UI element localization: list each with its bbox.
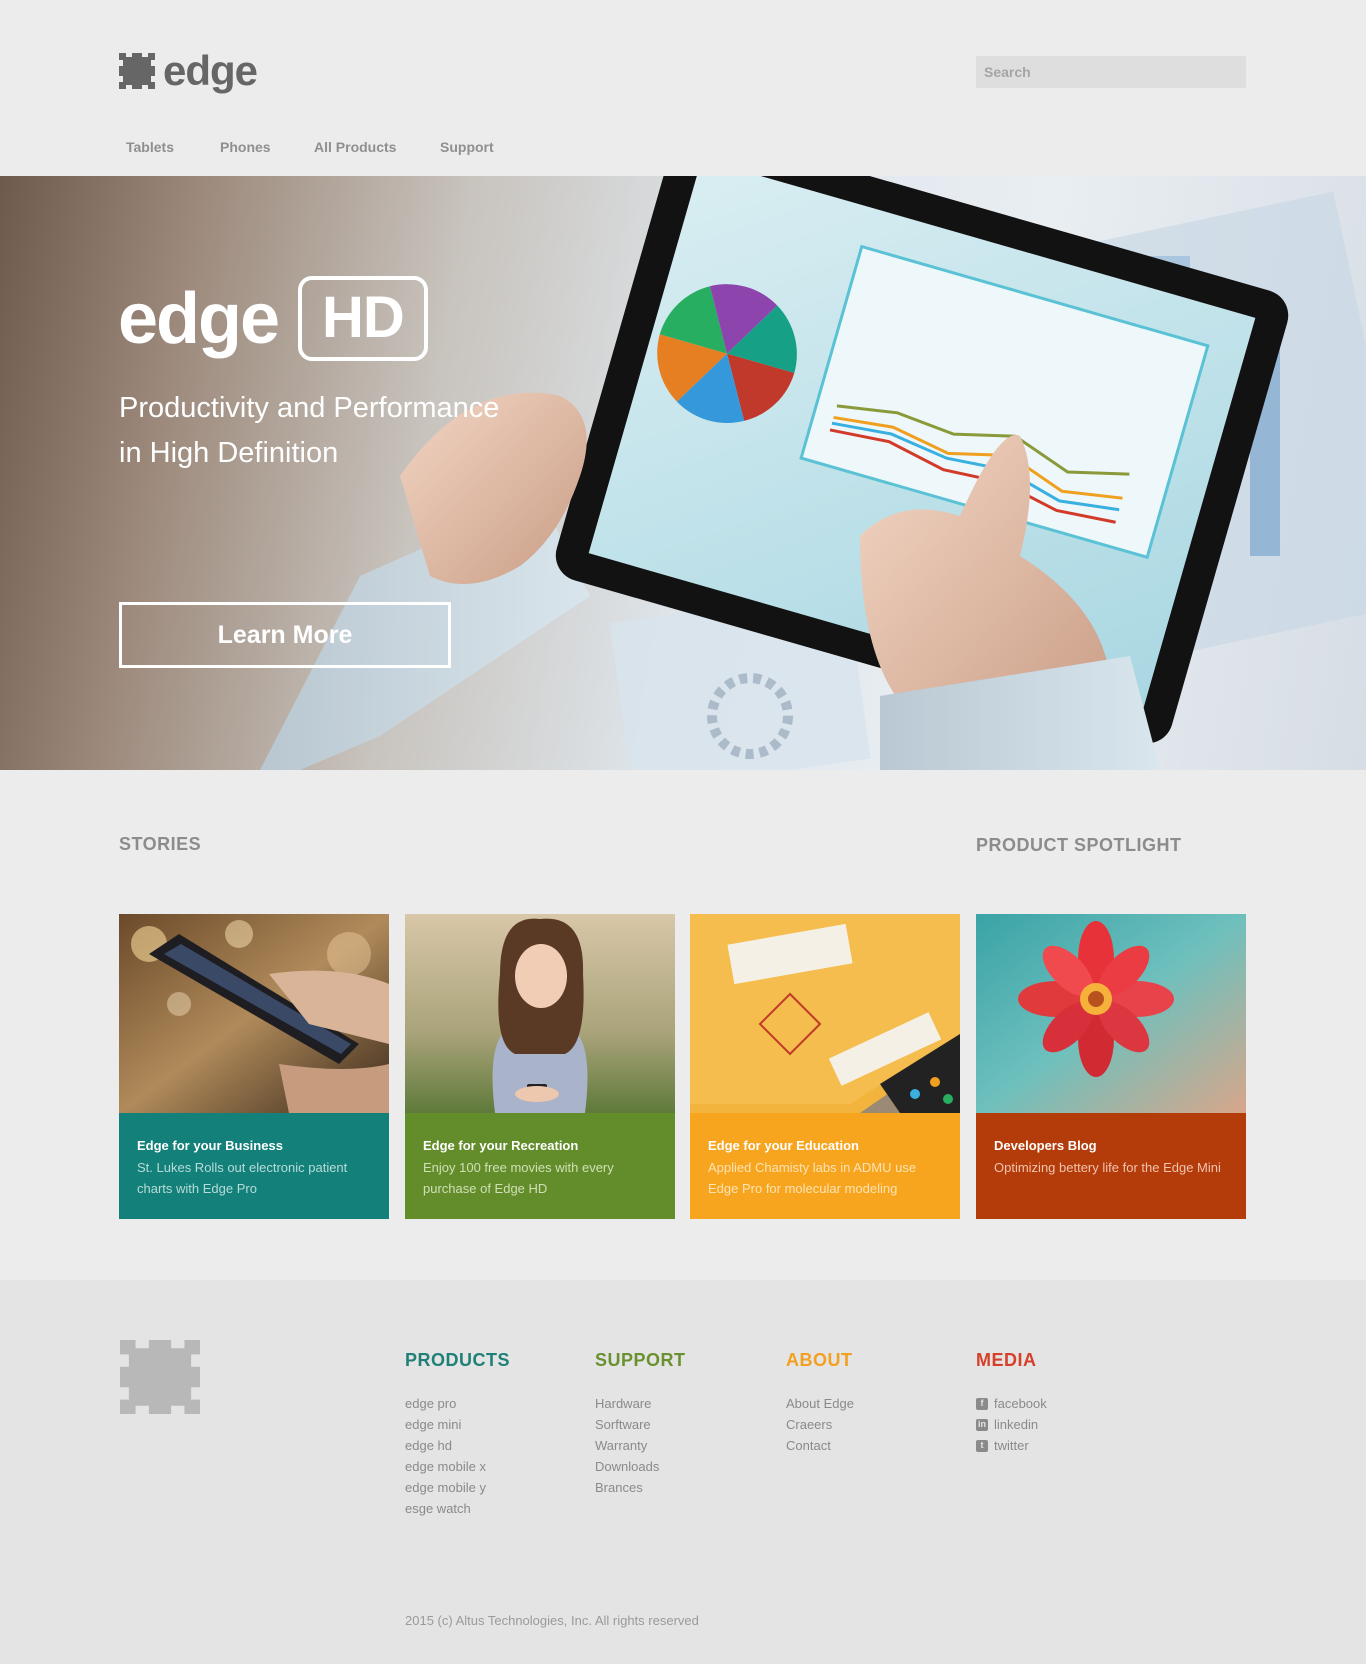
nav-item-tablets[interactable]: Tablets [126,139,220,155]
spotlight-card-developers-blog[interactable]: Developers Blog Optimizing bettery life … [976,914,1246,1219]
footer-column-support: SUPPORT Hardware Sorftware Warranty Down… [595,1350,686,1498]
story-image-phone [119,914,389,1113]
spotlight-card-body: Developers Blog Optimizing bettery life … [976,1113,1246,1219]
hero-title-badge: HD [298,276,428,361]
copyright-text: 2015 (c) Altus Technologies, Inc. All ri… [405,1613,699,1628]
footer-column-media: MEDIA f facebook in linkedin t twitter [976,1350,1047,1456]
brand-name: edge [163,47,258,94]
footer-link[interactable]: esge watch [405,1498,471,1519]
puzzle-block-icon [120,1340,200,1419]
footer-link[interactable]: edge mobile y [405,1477,486,1498]
linkedin-icon: in [976,1418,988,1431]
story-image-envelope [690,914,960,1113]
footer-link[interactable]: Contact [786,1435,831,1456]
footer-link[interactable]: About Edge [786,1393,854,1414]
spotlight-card-description: Optimizing bettery life for the Edge Min… [994,1160,1221,1175]
story-image-woman [405,914,675,1113]
footer-link[interactable]: Brances [595,1477,643,1498]
spotlight-image-flower [976,914,1246,1113]
story-card-body: Edge for your Recreation Enjoy 100 free … [405,1113,675,1219]
story-card-body: Edge for your Business St. Lukes Rolls o… [119,1113,389,1219]
footer-link[interactable]: edge pro [405,1393,456,1414]
stories-heading: STORIES [119,834,202,854]
facebook-icon: f [976,1397,988,1410]
footer-column-products: PRODUCTS edge pro edge mini edge hd edge… [405,1350,510,1519]
hero-title: edge HD [118,276,428,361]
learn-more-button[interactable]: Learn More [119,602,451,668]
footer-link[interactable]: Downloads [595,1456,659,1477]
site-footer: PRODUCTS edge pro edge mini edge hd edge… [0,1280,1366,1664]
nav-item-all-products[interactable]: All Products [314,139,440,155]
hero-subtitle-line: Productivity and Performance [119,392,500,424]
product-spotlight-heading: PRODUCT SPOTLIGHT [976,835,1182,855]
story-card-recreation[interactable]: Edge for your Recreation Enjoy 100 free … [405,914,675,1219]
footer-heading: SUPPORT [595,1350,686,1370]
footer-link[interactable]: edge mini [405,1414,461,1435]
story-card-description: Applied Chamisty labs in ADMU use Edge P… [708,1160,917,1196]
footer-link[interactable]: Warranty [595,1435,647,1456]
story-card-description: Enjoy 100 free movies with every purchas… [423,1160,614,1196]
footer-link-linkedin[interactable]: linkedin [994,1414,1038,1435]
puzzle-block-icon [119,53,155,89]
story-card-education[interactable]: Edge for your Education Applied Chamisty… [690,914,960,1219]
footer-link-facebook[interactable]: facebook [994,1393,1047,1414]
footer-heading: PRODUCTS [405,1350,511,1370]
search-input[interactable] [976,56,1246,88]
footer-link[interactable]: Craeers [786,1414,832,1435]
site-header: edge Tablets Phones All Products Support [0,0,1366,176]
footer-link[interactable]: edge hd [405,1435,452,1456]
footer-link[interactable]: Hardware [595,1393,651,1414]
story-card-body: Edge for your Education Applied Chamisty… [690,1113,960,1219]
story-card-business[interactable]: Edge for your Business St. Lukes Rolls o… [119,914,389,1219]
footer-link[interactable]: Sorftware [595,1414,651,1435]
footer-link[interactable]: edge mobile x [405,1456,486,1477]
footer-heading: MEDIA [976,1350,1037,1370]
footer-column-about: ABOUT About Edge Craeers Contact [786,1350,854,1456]
story-card-title: Edge for your Education [708,1138,859,1153]
story-card-description: St. Lukes Rolls out electronic patient c… [137,1160,348,1196]
hero-banner: edge HD Productivity and Performance in … [0,176,1366,770]
footer-heading: ABOUT [786,1350,853,1370]
footer-link-twitter[interactable]: twitter [994,1435,1029,1456]
spotlight-card-title: Developers Blog [994,1138,1097,1153]
brand-logo[interactable]: edge [119,47,258,94]
hero-subtitle: Productivity and Performance in High Def… [119,386,619,476]
main-nav: Tablets Phones All Products Support [126,139,494,155]
hero-subtitle-line: in High Definition [119,437,339,469]
twitter-icon: t [976,1439,988,1452]
nav-item-phones[interactable]: Phones [220,139,314,155]
hero-title-word: edge [118,278,280,359]
story-card-title: Edge for your Recreation [423,1138,579,1153]
nav-item-support[interactable]: Support [440,139,494,155]
story-card-title: Edge for your Business [137,1138,283,1153]
